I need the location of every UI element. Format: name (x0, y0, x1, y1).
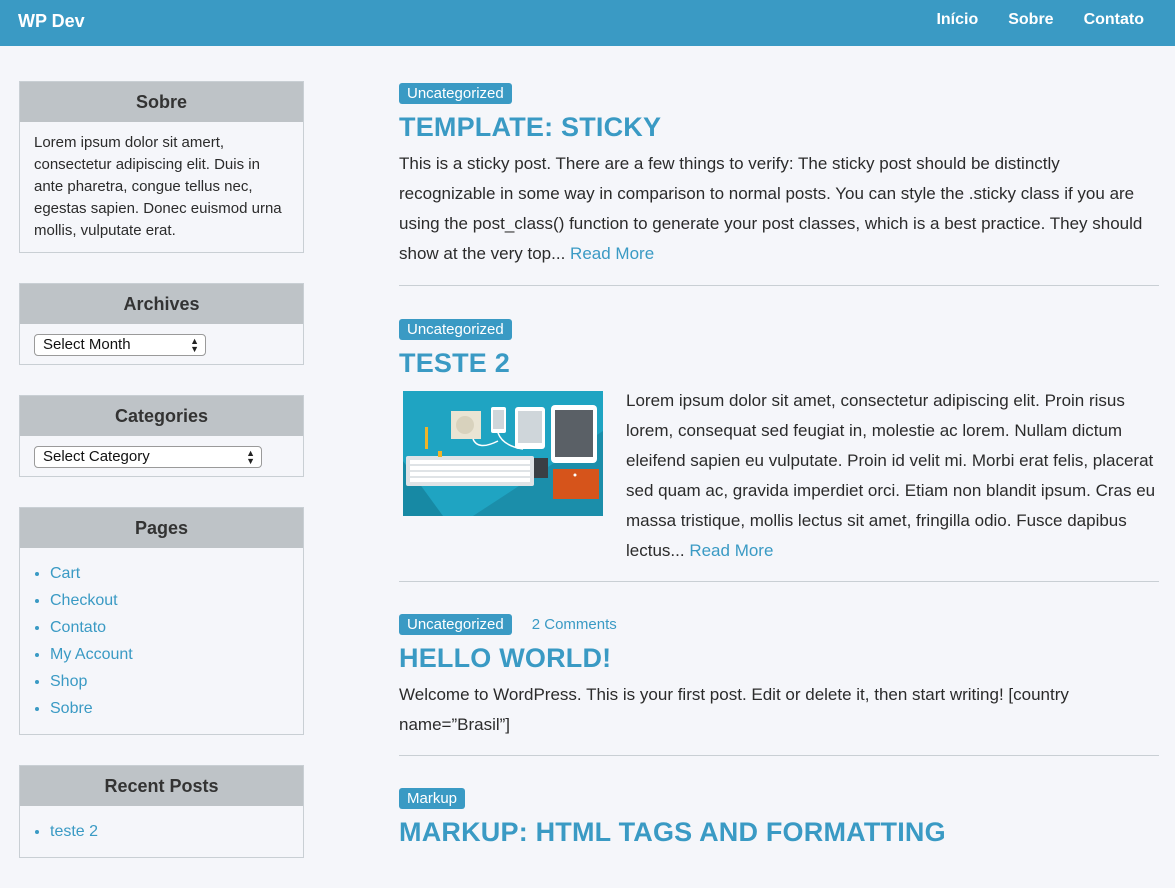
post-thumbnail-image[interactable] (403, 391, 603, 516)
widget-recent-posts: Recent Posts teste 2 (19, 765, 304, 858)
widget-title: Pages (20, 508, 303, 548)
post-excerpt-text: This is a sticky post. There are a few t… (399, 154, 1143, 263)
site-brand-link[interactable]: WP Dev (18, 11, 85, 32)
list-item: My Account (50, 641, 289, 668)
archives-month-select[interactable]: Select Month ▲ ▼ (34, 334, 206, 356)
list-item: Cart (50, 560, 289, 587)
comments-link[interactable]: 2 Comments (532, 616, 617, 633)
nav-link-inicio[interactable]: Início (936, 11, 978, 29)
archives-select-value: Select Month (43, 336, 131, 353)
list-item: Sobre (50, 695, 289, 722)
post-list: Uncategorized TEMPLATE: STICKY This is a… (399, 82, 1159, 849)
main-nav: Início Sobre Contato (936, 11, 1144, 29)
select-arrows-icon: ▲ ▼ (246, 448, 255, 466)
recent-posts-list: teste 2 (34, 818, 289, 845)
post-title: TEMPLATE: STICKY (399, 110, 1159, 144)
page-link-shop[interactable]: Shop (50, 673, 87, 690)
category-badge[interactable]: Uncategorized (399, 82, 512, 104)
select-arrows-icon: ▲ ▼ (190, 336, 199, 354)
widget-categories: Categories Select Category ▲ ▼ (19, 395, 304, 477)
page-link-contato[interactable]: Contato (50, 619, 106, 636)
post-teste-2: Uncategorized TESTE 2 Lorem ipsum dolor … (399, 318, 1159, 582)
widget-sobre-text: Lorem ipsum dolor sit amert, consectetur… (34, 134, 282, 239)
post-title: HELLO WORLD! (399, 641, 1159, 675)
widget-title: Archives (20, 284, 303, 324)
post-title-link[interactable]: TESTE 2 (399, 348, 510, 378)
read-more-link[interactable]: Read More (689, 541, 773, 560)
list-item: Shop (50, 668, 289, 695)
post-hello-world: Uncategorized 2 Comments HELLO WORLD! We… (399, 613, 1159, 756)
list-item: teste 2 (50, 818, 289, 845)
widget-archives: Archives Select Month ▲ ▼ (19, 283, 304, 365)
pages-list: Cart Checkout Contato My Account Shop So… (34, 560, 289, 722)
page-link-checkout[interactable]: Checkout (50, 592, 118, 609)
category-badge[interactable]: Uncategorized (399, 613, 512, 635)
sidebar: Sobre Lorem ipsum dolor sit amert, conse… (19, 81, 304, 888)
page-link-my-account[interactable]: My Account (50, 646, 133, 663)
categories-select[interactable]: Select Category ▲ ▼ (34, 446, 262, 468)
list-item: Contato (50, 614, 289, 641)
widget-title: Recent Posts (20, 766, 303, 806)
nav-link-sobre[interactable]: Sobre (1008, 11, 1053, 29)
category-badge[interactable]: Uncategorized (399, 318, 512, 340)
read-more-link[interactable]: Read More (570, 244, 654, 263)
categories-select-value: Select Category (43, 448, 150, 465)
post-title: TESTE 2 (399, 346, 1159, 380)
category-badge[interactable]: Markup (399, 787, 466, 809)
post-excerpt: This is a sticky post. There are a few t… (399, 149, 1159, 269)
widget-title: Categories (20, 396, 303, 436)
post-excerpt-text: Welcome to WordPress. This is your first… (399, 685, 1069, 734)
post-excerpt: Welcome to WordPress. This is your first… (399, 680, 1159, 740)
post-title: MARKUP: HTML TAGS AND FORMATTING (399, 815, 1159, 849)
post-title-link[interactable]: HELLO WORLD! (399, 643, 611, 673)
post-title-link[interactable]: TEMPLATE: STICKY (399, 112, 661, 142)
post-template-sticky: Uncategorized TEMPLATE: STICKY This is a… (399, 82, 1159, 286)
widget-sobre: Sobre Lorem ipsum dolor sit amert, conse… (19, 81, 304, 253)
widget-title: Sobre (20, 82, 303, 122)
page-link-sobre[interactable]: Sobre (50, 700, 93, 717)
nav-link-contato[interactable]: Contato (1084, 11, 1144, 29)
list-item: Checkout (50, 587, 289, 614)
post-title-link[interactable]: MARKUP: HTML TAGS AND FORMATTING (399, 817, 946, 847)
recent-post-link[interactable]: teste 2 (50, 823, 98, 840)
post-markup: Markup MARKUP: HTML TAGS AND FORMATTING (399, 787, 1159, 849)
top-navbar: WP Dev Início Sobre Contato (0, 0, 1175, 46)
page-link-cart[interactable]: Cart (50, 565, 80, 582)
post-excerpt-text: Lorem ipsum dolor sit amet, consectetur … (626, 391, 1156, 560)
post-excerpt: Lorem ipsum dolor sit amet, consectetur … (626, 386, 1159, 566)
widget-pages: Pages Cart Checkout Contato My Account S… (19, 507, 304, 735)
